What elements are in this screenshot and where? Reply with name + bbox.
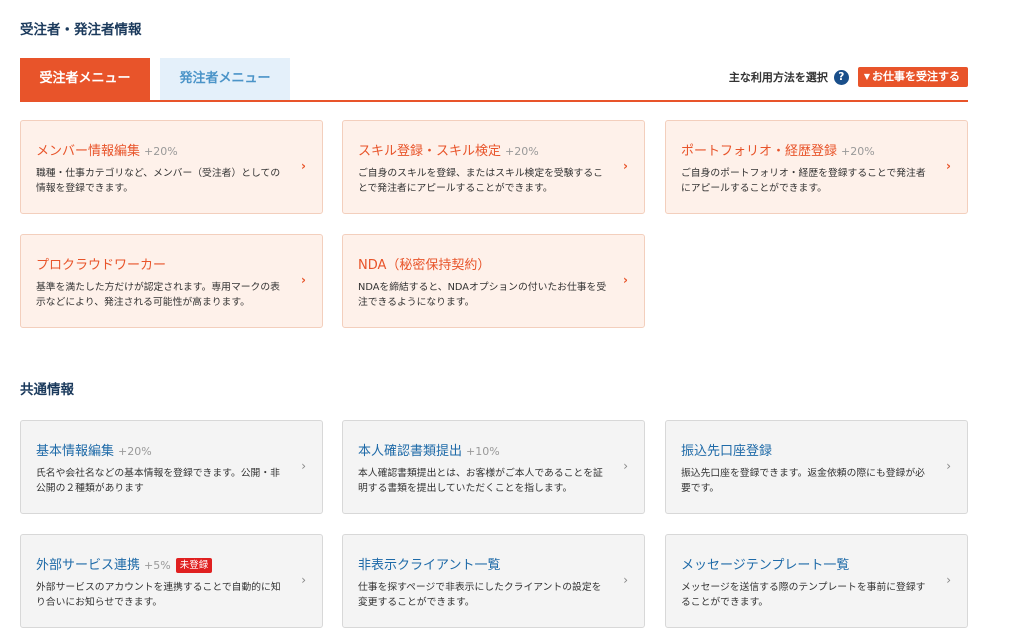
card-title-text: NDA（秘密保持契約） <box>358 258 491 273</box>
chevron-right-icon: › <box>623 573 628 587</box>
card-title: 非表示クライアント一覧 <box>358 554 500 573</box>
card-title: スキル登録・スキル検定 +20% <box>358 140 539 159</box>
card-bonus: +20% <box>144 145 178 158</box>
card-title-text: 非表示クライアント一覧 <box>358 558 501 573</box>
card-identity-docs[interactable]: 本人確認書類提出 +10% 本人確認書類提出とは、お客様がご本人であることを証明す… <box>342 420 645 514</box>
chevron-right-icon: › <box>946 459 951 473</box>
card-message-templates[interactable]: メッセージテンプレート一覧 メッセージを送信する際のテンプレートを事前に登録する… <box>665 534 968 628</box>
card-desc: ご自身のスキルを登録、またはスキル検定を受験することで発注者にアピールすることが… <box>358 168 603 194</box>
card-bonus: +20% <box>505 145 539 158</box>
card-title-text: 基本情報編集 <box>36 444 115 459</box>
card-member-info[interactable]: メンバー情報編集 +20% 職種・仕事カテゴリなど、メンバー（受注者）としての情報… <box>20 120 323 214</box>
card-title: 振込先口座登録 <box>681 440 772 459</box>
usage-selector: 主な利用方法を選択 ? ▼ お仕事を受注する <box>729 66 968 88</box>
usage-label: 主な利用方法を選択 <box>728 71 828 84</box>
usage-button-label: お仕事を受注する <box>872 70 960 83</box>
tab-contractor-menu[interactable]: 受注者メニュー <box>20 58 150 100</box>
card-title: メッセージテンプレート一覧 <box>681 554 849 573</box>
card-title-text: プロクラウドワーカー <box>36 258 167 273</box>
card-title-text: 振込先口座登録 <box>681 444 773 459</box>
card-bonus: +20% <box>841 145 875 158</box>
section-title-common: 共通情報 <box>20 382 74 398</box>
card-desc: NDAを締結すると、NDAオプションの付いたお仕事を受注できるようになります。 <box>358 282 607 308</box>
card-basic-info[interactable]: 基本情報編集 +20% 氏名や会社名などの基本情報を登録できます。公開・非公開の２… <box>20 420 323 514</box>
chevron-right-icon: › <box>623 459 628 473</box>
card-desc: 氏名や会社名などの基本情報を登録できます。公開・非公開の２種類があります <box>36 468 280 494</box>
card-desc: ご自身のポートフォリオ・経歴を登録することで発注者にアピールすることができます。 <box>681 168 926 194</box>
card-desc: 本人確認書類提出とは、お客様がご本人であることを証明する書類を提出していただくこ… <box>358 468 603 494</box>
card-title-text: メンバー情報編集 <box>36 144 141 159</box>
chevron-right-icon: › <box>301 459 306 473</box>
chevron-right-icon: › <box>301 573 306 587</box>
card-pro-crowdworker[interactable]: プロクラウドワーカー 基準を満たした方だけが認定されます。専用マークの表示などに… <box>20 234 323 328</box>
usage-select-button[interactable]: ▼ お仕事を受注する <box>857 67 968 87</box>
card-external-services[interactable]: 外部サービス連携 +5% 未登録 外部サービスのアカウントを連携することで自動的に知… <box>20 534 323 628</box>
card-desc: 仕事を探すページで非表示にしたクライアントの設定を変更することができます。 <box>358 582 602 608</box>
chevron-right-icon: › <box>623 159 628 173</box>
chevron-right-icon: › <box>623 273 628 287</box>
help-icon[interactable]: ? <box>833 69 849 85</box>
card-bonus: +10% <box>466 445 500 458</box>
chevron-right-icon: › <box>301 273 306 287</box>
card-nda[interactable]: NDA（秘密保持契約） NDAを締結すると、NDAオプションの付いたお仕事を受注… <box>342 234 645 328</box>
card-portfolio[interactable]: ポートフォリオ・経歴登録 +20% ご自身のポートフォリオ・経歴を登録することで発… <box>665 120 968 214</box>
card-title-text: メッセージテンプレート一覧 <box>681 558 850 573</box>
card-title: 基本情報編集 +20% <box>36 440 152 459</box>
card-title: プロクラウドワーカー <box>36 254 166 273</box>
card-title-text: スキル登録・スキル検定 <box>358 144 502 159</box>
card-desc: 職種・仕事カテゴリなど、メンバー（受注者）としての情報を登録できます。 <box>36 168 281 194</box>
card-title-text: 本人確認書類提出 <box>358 444 463 459</box>
card-title: メンバー情報編集 +20% <box>36 140 178 159</box>
card-title: ポートフォリオ・経歴登録 +20% <box>681 140 875 159</box>
unregistered-badge: 未登録 <box>175 558 213 573</box>
chevron-right-icon: › <box>946 159 951 173</box>
card-desc: メッセージを送信する際のテンプレートを事前に登録することができます。 <box>681 582 926 608</box>
card-desc: 基準を満たした方だけが認定されます。専用マークの表示などにより、発注される可能性… <box>36 282 280 308</box>
card-title: NDA（秘密保持契約） <box>358 254 490 273</box>
chevron-right-icon: › <box>946 573 951 587</box>
card-title-text: 外部サービス連携 <box>36 558 141 573</box>
card-desc: 外部サービスのアカウントを連携することで自動的に知り合いにお知らせできます。 <box>36 582 281 608</box>
menu-tabs: 受注者メニュー 発注者メニュー 主な利用方法を選択 ? ▼ お仕事を受注する <box>20 58 968 102</box>
card-bonus: +5% <box>144 559 171 572</box>
chevron-right-icon: › <box>301 159 306 173</box>
card-bonus: +20% <box>118 445 152 458</box>
card-title: 外部サービス連携 +5% 未登録 <box>36 554 213 573</box>
triangle-down-icon: ▼ <box>863 72 870 81</box>
card-bank-account[interactable]: 振込先口座登録 振込先口座を登録できます。返金依頼の際にも登録が必要です。 › <box>665 420 968 514</box>
card-desc: 振込先口座を登録できます。返金依頼の際にも登録が必要です。 <box>681 468 925 494</box>
card-hidden-clients[interactable]: 非表示クライアント一覧 仕事を探すページで非表示にしたクライアントの設定を変更す… <box>342 534 645 628</box>
card-title-text: ポートフォリオ・経歴登録 <box>681 144 838 159</box>
card-skill[interactable]: スキル登録・スキル検定 +20% ご自身のスキルを登録、またはスキル検定を受験する… <box>342 120 645 214</box>
tab-client-menu[interactable]: 発注者メニュー <box>160 58 290 100</box>
section-title-contractor: 受注者・発注者情報 <box>20 22 142 38</box>
card-title: 本人確認書類提出 +10% <box>358 440 500 459</box>
